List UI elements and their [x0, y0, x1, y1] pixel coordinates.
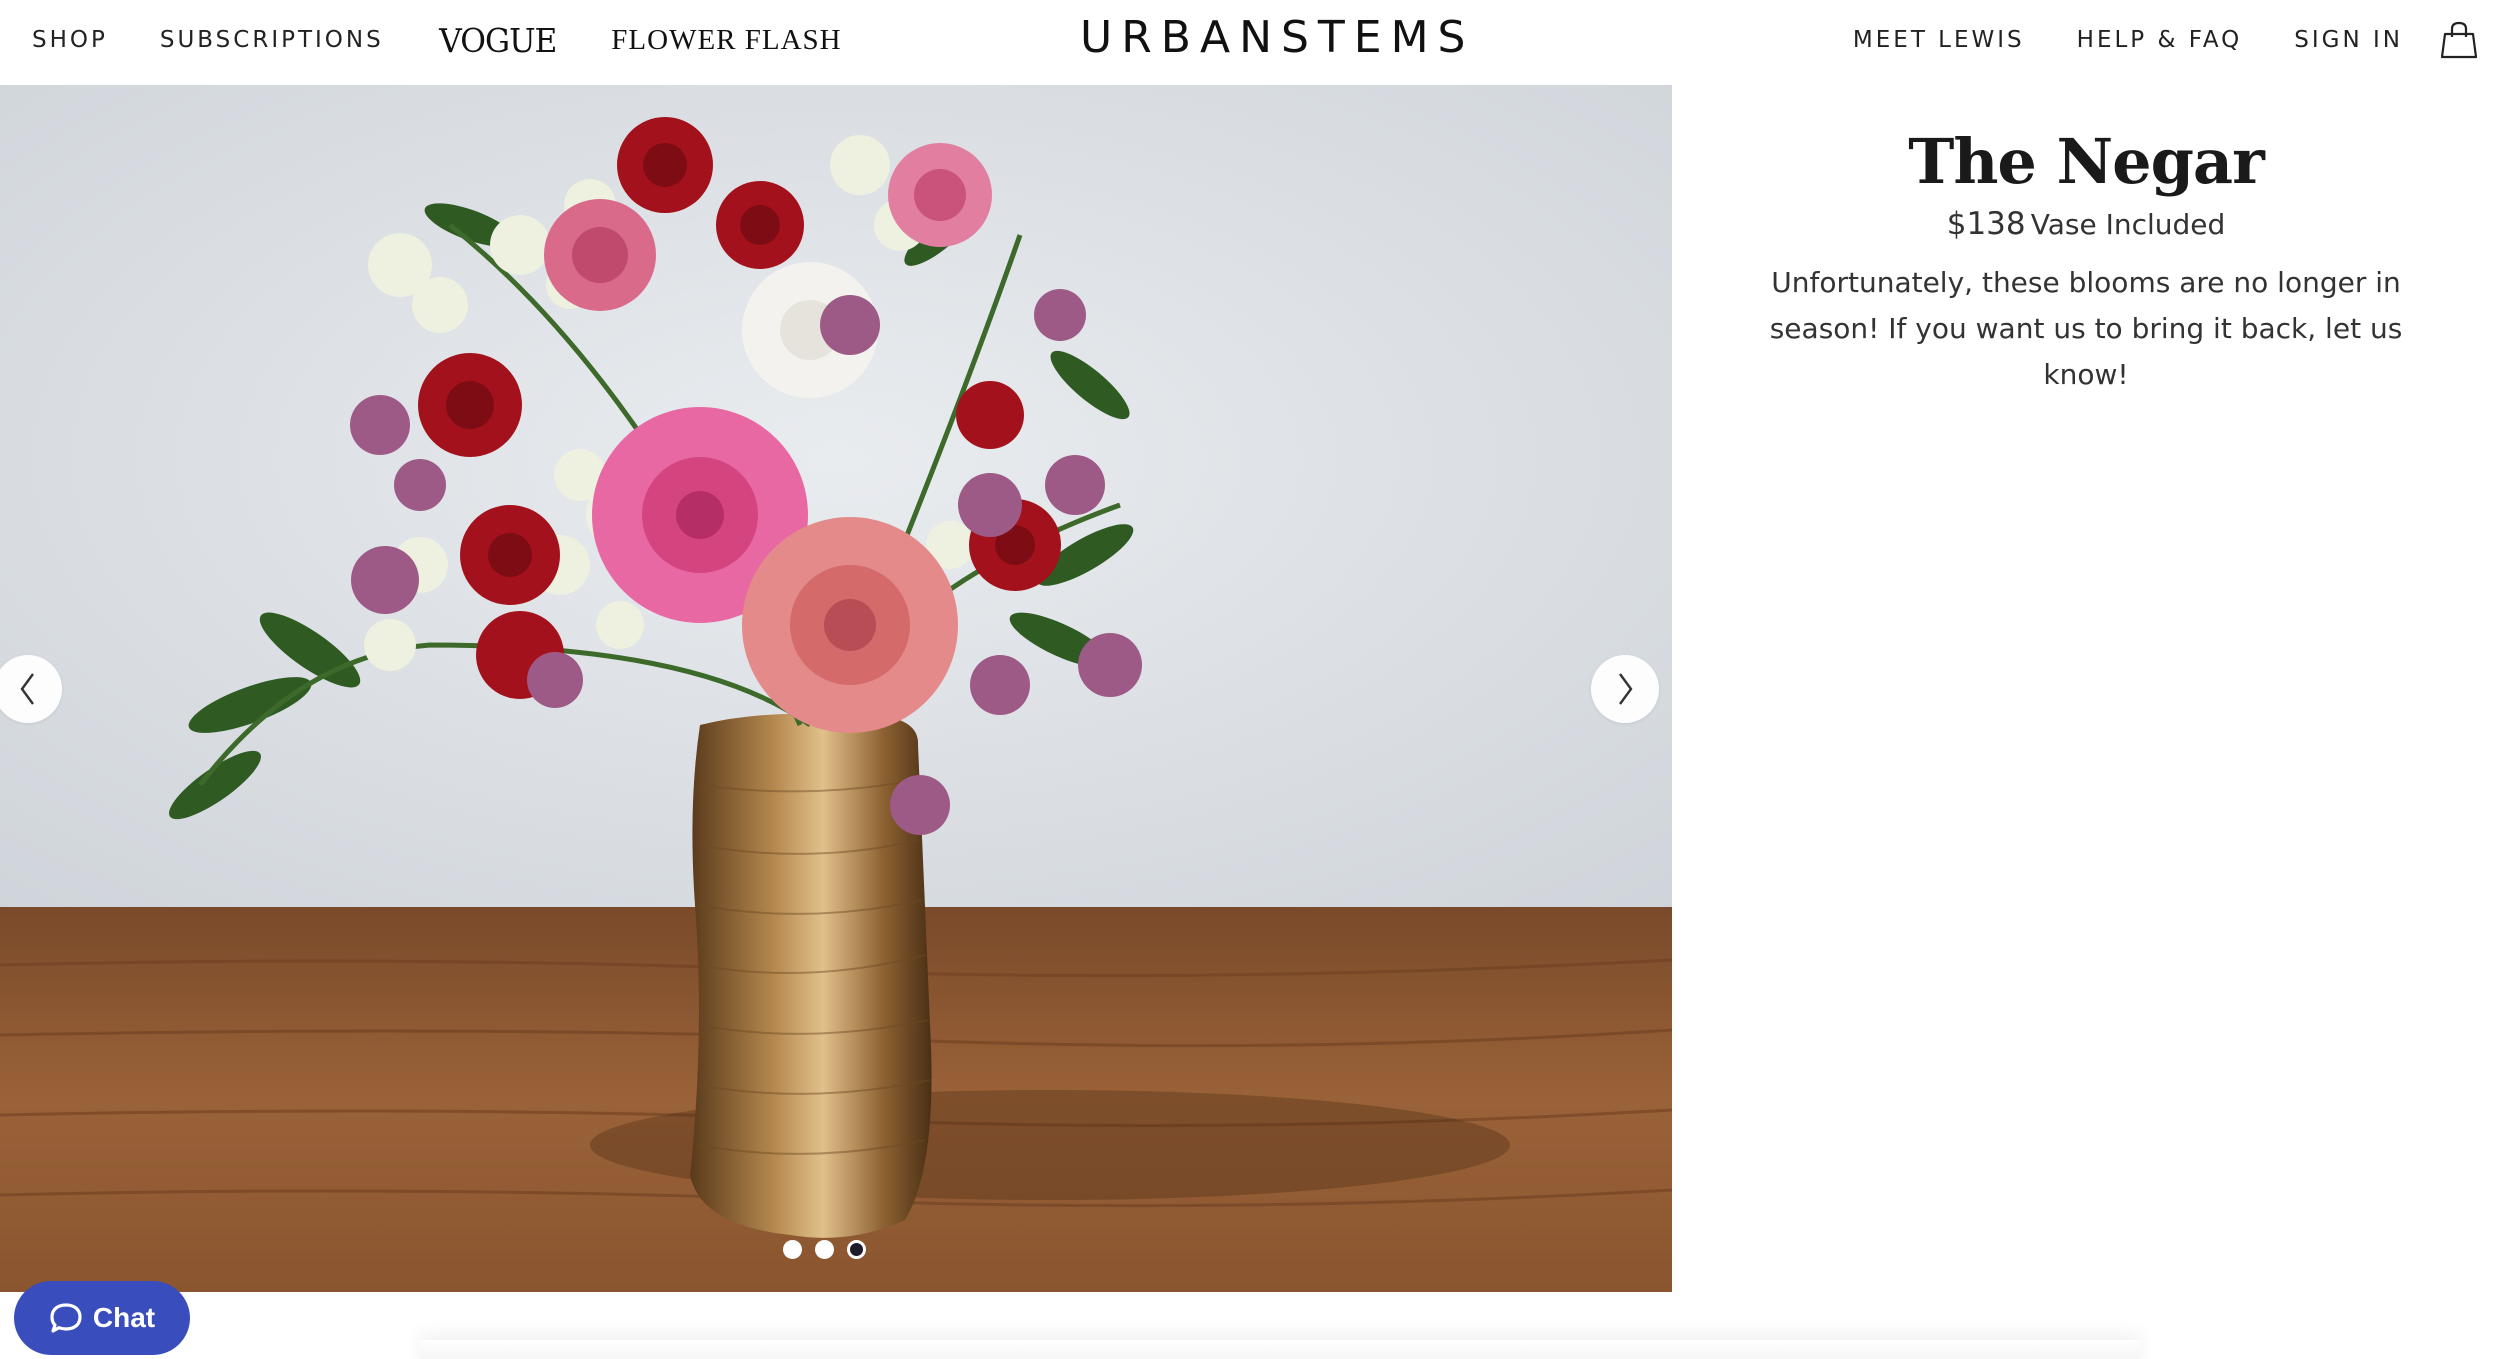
- product-description: Unfortunately, these blooms are no longe…: [1769, 266, 2403, 391]
- chat-bubble-icon: [50, 1303, 82, 1333]
- product-title: The Negar: [1908, 125, 2265, 198]
- product-price: $138: [1946, 206, 2026, 242]
- nav-right: MEET LEWIS HELP & FAQ SIGN IN: [1853, 0, 2500, 80]
- carousel-dot-1[interactable]: [783, 1240, 802, 1259]
- site-logo[interactable]: URBANSTEMS: [1080, 12, 1474, 63]
- nav-meet-lewis[interactable]: MEET LEWIS: [1853, 27, 2025, 53]
- chevron-left-icon: [20, 673, 34, 705]
- nav-flower-flash[interactable]: FLOWER FLASH: [611, 24, 841, 57]
- carousel-dot-2[interactable]: [815, 1240, 834, 1259]
- nav-help-faq[interactable]: HELP & FAQ: [2077, 27, 2243, 53]
- chat-button[interactable]: Chat: [14, 1281, 190, 1355]
- chat-label: Chat: [92, 1302, 156, 1333]
- product-image-carousel: [0, 85, 1672, 1292]
- nav-left: SHOP SUBSCRIPTIONS VOGUE FLOWER FLASH: [32, 0, 842, 80]
- shopping-bag-icon[interactable]: [2441, 21, 2477, 59]
- price-note: Vase Included: [2030, 208, 2226, 241]
- carousel-next-button[interactable]: [1591, 655, 1659, 723]
- nav-shop[interactable]: SHOP: [32, 27, 108, 53]
- product-details: The Negar $138 Vase Included Unfortunate…: [1672, 85, 2500, 398]
- nav-vogue[interactable]: VOGUE: [439, 21, 557, 60]
- carousel-dot-3[interactable]: [847, 1240, 866, 1259]
- price-row: $138 Vase Included: [1672, 206, 2500, 242]
- nav-sign-in[interactable]: SIGN IN: [2294, 27, 2403, 53]
- carousel-dots: [783, 1240, 866, 1259]
- bottom-section-edge: [420, 1340, 2140, 1359]
- bouquet-photo: [0, 85, 1672, 1292]
- chevron-right-icon: [1619, 673, 1633, 705]
- nav-subscriptions[interactable]: SUBSCRIPTIONS: [160, 27, 384, 53]
- site-header: SHOP SUBSCRIPTIONS VOGUE FLOWER FLASH UR…: [0, 0, 2500, 85]
